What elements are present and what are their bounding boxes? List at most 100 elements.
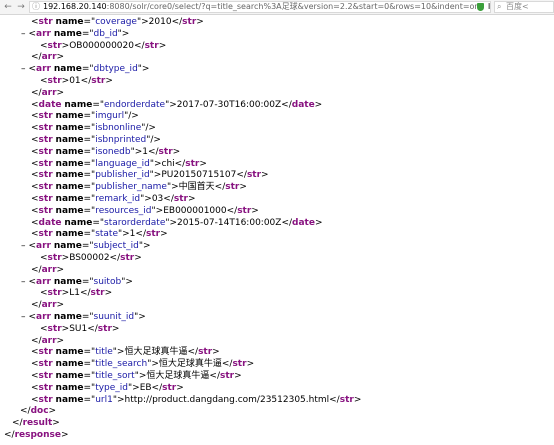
xml-tag: str xyxy=(38,229,53,240)
collapse-toggle[interactable]: – xyxy=(21,29,26,39)
xml-tag: str xyxy=(38,17,53,27)
xml-attr-value: isonedb xyxy=(95,146,131,157)
browser-toolbar: ← → ⓘ 192.168.20.140:8080/solr/core0/sel… xyxy=(0,0,554,15)
xml-attr-name: name xyxy=(55,111,84,122)
xml-attr-value: endorderdate xyxy=(104,99,166,110)
xml-text: < xyxy=(31,217,39,228)
xml-text: </ xyxy=(12,418,23,429)
xml-line: <str name="title_sort">恒大足球真牛逼</str> xyxy=(31,370,242,382)
xml-attr-value: title xyxy=(95,347,113,358)
xml-text: < xyxy=(28,28,37,39)
xml-tag: arr xyxy=(41,87,57,98)
xml-attr-value: resources_id xyxy=(95,205,152,216)
xml-attr-name: name xyxy=(55,182,84,193)
xml-attr-value: coverage xyxy=(95,17,137,27)
xml-tag: arr xyxy=(41,335,57,346)
security-shield-icon[interactable] xyxy=(477,3,484,11)
url-path: :8080/solr/core0/select/?q=title_search%… xyxy=(106,2,480,11)
xml-tag: str xyxy=(38,135,53,145)
collapse-toggle[interactable]: – xyxy=(21,277,26,287)
address-url[interactable]: 192.168.20.140:8080/solr/core0/select/?q… xyxy=(43,2,480,12)
xml-text: < xyxy=(31,123,39,134)
xml-text: ">2010</ xyxy=(136,17,183,27)
xml-line: – <arr name="subject_id"> xyxy=(21,240,151,252)
compat-mode-icon[interactable]: ▦ xyxy=(488,2,490,11)
xml-text: > xyxy=(261,170,269,181)
xml-text: < xyxy=(28,312,37,322)
xml-attr-name: name xyxy=(55,359,84,370)
xml-text: < xyxy=(31,182,39,193)
xml-tag: str xyxy=(91,76,106,86)
xml-attr-value: title_sort xyxy=(95,371,135,381)
xml-tag: str xyxy=(38,359,53,370)
xml-tag: doc xyxy=(30,406,49,417)
xml-tag: str xyxy=(47,253,62,263)
xml-line: <str name="coverage">2010</str> xyxy=(31,16,204,28)
xml-text: >01</ xyxy=(61,76,92,86)
xml-text: "/> xyxy=(124,111,139,122)
xml-line: – <arr name="suunit_id"> xyxy=(21,311,146,323)
xml-line: <date name="endorderdate">2017-07-30T16:… xyxy=(31,99,322,111)
xml-tag: str xyxy=(162,382,177,393)
xml-text: =" xyxy=(83,111,96,122)
xml-text: =" xyxy=(81,276,94,287)
xml-attr-value: imgurl xyxy=(95,111,125,122)
xml-attr-value: url1 xyxy=(95,394,113,405)
xml-tag: str xyxy=(246,170,262,181)
xml-text: "> xyxy=(137,64,150,75)
site-info-icon[interactable]: ⓘ xyxy=(32,2,40,12)
collapse-toggle[interactable]: – xyxy=(21,64,26,74)
xml-text: < xyxy=(31,111,39,122)
xml-text: ">恒大足球真牛逼</ xyxy=(147,359,233,370)
search-box[interactable]: ⌕ 百度< xyxy=(494,1,554,13)
xml-text: "> xyxy=(121,276,133,287)
xml-text: =" xyxy=(83,382,96,393)
xml-tag: str xyxy=(47,288,62,299)
address-bar[interactable]: ⓘ 192.168.20.140:8080/solr/core0/select/… xyxy=(29,1,491,13)
xml-line: </result> xyxy=(12,417,60,429)
xml-attr-value: language_id xyxy=(95,158,150,169)
xml-line: <str name="resources_id">EB000001000</st… xyxy=(31,205,259,217)
xml-line: </doc> xyxy=(20,405,56,417)
xml-tag: str xyxy=(38,371,53,381)
xml-text: > xyxy=(314,217,323,228)
xml-tag: str xyxy=(182,17,197,27)
xml-tag: arr xyxy=(41,52,57,63)
xml-text: < xyxy=(28,276,37,287)
xml-text: "> xyxy=(117,28,130,39)
xml-text: < xyxy=(31,371,39,381)
xml-tag: date xyxy=(292,217,315,228)
xml-line: <str>L1</str> xyxy=(40,287,112,299)
collapse-toggle[interactable]: – xyxy=(21,241,26,251)
xml-attr-name: name xyxy=(55,123,84,134)
xml-line: <str name="language_id">chi</str> xyxy=(31,158,207,170)
back-arrow-icon[interactable]: ← xyxy=(2,1,14,13)
xml-text: > xyxy=(160,229,168,240)
xml-attr-value: publisher_id xyxy=(95,170,150,181)
xml-line: <str>SU1</str> xyxy=(40,323,119,335)
xml-attr-value: db_id xyxy=(93,28,118,39)
xml-attr-name: name xyxy=(55,146,84,157)
collapse-toggle[interactable]: – xyxy=(21,312,26,322)
xml-text: > xyxy=(212,347,220,358)
xml-text: > xyxy=(239,182,247,193)
xml-text: ">中国首天</ xyxy=(166,182,226,193)
xml-text: >L1</ xyxy=(61,288,91,299)
xml-line: <date name="starorderdate">2015-07-14T16… xyxy=(31,217,323,229)
xml-line: <str name="publisher_name">中国首天</str> xyxy=(31,181,247,193)
xml-text: < xyxy=(31,99,39,110)
xml-line: </arr> xyxy=(31,335,64,347)
xml-text: > xyxy=(134,253,142,263)
xml-text: < xyxy=(31,359,39,370)
xml-tag: arr xyxy=(36,312,51,322)
xml-text: </ xyxy=(4,430,15,440)
xml-text: ">1</ xyxy=(118,229,146,240)
xml-text: </ xyxy=(31,87,42,98)
xml-text: < xyxy=(31,347,39,358)
xml-tag: str xyxy=(185,158,200,169)
xml-line: <str>01</str> xyxy=(40,75,113,87)
xml-text: =" xyxy=(83,347,96,358)
xml-text: ">2015-07-14T16:00:00Z</ xyxy=(165,217,293,228)
xml-attr-name: name xyxy=(64,99,93,110)
forward-arrow-icon[interactable]: → xyxy=(15,1,27,13)
